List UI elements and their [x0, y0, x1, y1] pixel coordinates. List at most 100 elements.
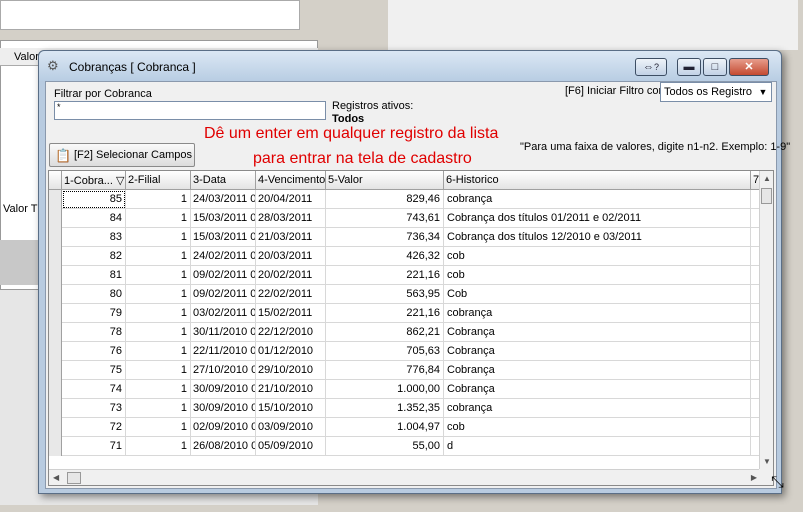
table-row[interactable]: 85 1 24/03/2011 0 20/04/2011 829,46 cobrança: [49, 190, 761, 209]
cell-data[interactable]: 15/03/2011 0: [191, 228, 256, 247]
cell-valor[interactable]: 1.004,97: [326, 418, 444, 437]
cell-historico[interactable]: cob: [444, 418, 751, 437]
cell-cobranca[interactable]: 84: [62, 209, 126, 228]
select-fields-button[interactable]: 📋 [F2] Selecionar Campos: [49, 143, 195, 167]
filter-input[interactable]: *: [54, 101, 326, 120]
cell-cobranca[interactable]: 74: [62, 380, 126, 399]
header-cobranca[interactable]: 1-Cobra... ▽: [62, 171, 126, 190]
row-indicator[interactable]: [49, 418, 62, 437]
cell-historico[interactable]: Cobrança: [444, 342, 751, 361]
cell-vencimento[interactable]: 21/10/2010: [256, 380, 326, 399]
cell-vencimento[interactable]: 05/09/2010: [256, 437, 326, 456]
cell-data[interactable]: 15/03/2011 0: [191, 209, 256, 228]
cell-vencimento[interactable]: 15/10/2010: [256, 399, 326, 418]
cell-historico[interactable]: Cobrança dos títulos 01/2011 e 02/2011: [444, 209, 751, 228]
cell-cobranca[interactable]: 78: [62, 323, 126, 342]
row-indicator[interactable]: [49, 380, 62, 399]
row-indicator[interactable]: [49, 342, 62, 361]
cell-valor[interactable]: 426,32: [326, 247, 444, 266]
chevron-down-icon[interactable]: ▼: [755, 83, 771, 101]
cell-cobranca[interactable]: 76: [62, 342, 126, 361]
cell-vencimento[interactable]: 22/12/2010: [256, 323, 326, 342]
cell-filial[interactable]: 1: [126, 380, 191, 399]
header-filial[interactable]: 2-Filial: [126, 171, 191, 190]
cell-cobranca[interactable]: 75: [62, 361, 126, 380]
cell-vencimento[interactable]: 21/03/2011: [256, 228, 326, 247]
cell-vencimento[interactable]: 15/02/2011: [256, 304, 326, 323]
cell-data[interactable]: 09/02/2011 0: [191, 266, 256, 285]
header-historico[interactable]: 6-Historico: [444, 171, 751, 190]
cell-filial[interactable]: 1: [126, 437, 191, 456]
cell-historico[interactable]: cobrança: [444, 190, 751, 209]
cell-historico[interactable]: Cobrança: [444, 380, 751, 399]
cobrancas-grid[interactable]: 1-Cobra... ▽ 2-Filial 3-Data 4-Venciment…: [48, 170, 774, 486]
maximize-button[interactable]: □: [703, 58, 727, 76]
cell-data[interactable]: 26/08/2010 0: [191, 437, 256, 456]
cell-data[interactable]: 02/09/2010 0: [191, 418, 256, 437]
horizontal-scrollbar[interactable]: ◀ ▶: [49, 469, 761, 485]
header-vencimento[interactable]: 4-Vencimento: [256, 171, 326, 190]
cell-vencimento[interactable]: 03/09/2010: [256, 418, 326, 437]
cell-valor[interactable]: 1.352,35: [326, 399, 444, 418]
row-indicator[interactable]: [49, 361, 62, 380]
cell-historico[interactable]: Cobrança: [444, 361, 751, 380]
cell-filial[interactable]: 1: [126, 418, 191, 437]
row-indicator[interactable]: [49, 399, 62, 418]
table-row[interactable]: 79 1 03/02/2011 0 15/02/2011 221,16 cobrança: [49, 304, 761, 323]
table-row[interactable]: 73 1 30/09/2010 0 15/10/2010 1.352,35 cobranç…: [49, 399, 761, 418]
scroll-up-icon[interactable]: ▲: [763, 174, 771, 183]
table-row[interactable]: 75 1 27/10/2010 0 29/10/2010 776,84 Cobrança: [49, 361, 761, 380]
cell-historico[interactable]: d: [444, 437, 751, 456]
cell-historico[interactable]: Cob: [444, 285, 751, 304]
cell-vencimento[interactable]: 20/03/2011: [256, 247, 326, 266]
cell-valor[interactable]: 705,63: [326, 342, 444, 361]
table-row[interactable]: 72 1 02/09/2010 0 03/09/2010 1.004,97 cob: [49, 418, 761, 437]
table-row[interactable]: 81 1 09/02/2011 0 20/02/2011 221,16 cob: [49, 266, 761, 285]
table-row[interactable]: 84 1 15/03/2011 0 28/03/2011 743,61 Cobrança …: [49, 209, 761, 228]
scroll-left-icon[interactable]: ◀: [53, 473, 59, 482]
row-indicator[interactable]: [49, 209, 62, 228]
horizontal-scroll-thumb[interactable]: [67, 472, 81, 484]
cell-valor[interactable]: 563,95: [326, 285, 444, 304]
cell-data[interactable]: 24/03/2011 0: [191, 190, 256, 209]
cell-historico[interactable]: cobrança: [444, 399, 751, 418]
cell-data[interactable]: 30/11/2010 0: [191, 323, 256, 342]
table-row[interactable]: 83 1 15/03/2011 0 21/03/2011 736,34 Cobrança …: [49, 228, 761, 247]
header-valor[interactable]: 5-Valor: [326, 171, 444, 190]
cell-valor[interactable]: 221,16: [326, 266, 444, 285]
row-indicator[interactable]: [49, 190, 62, 209]
vertical-scroll-thumb[interactable]: [761, 188, 772, 204]
cell-vencimento[interactable]: 01/12/2010: [256, 342, 326, 361]
cell-cobranca[interactable]: 71: [62, 437, 126, 456]
cell-filial[interactable]: 1: [126, 247, 191, 266]
cell-data[interactable]: 22/11/2010 0: [191, 342, 256, 361]
cell-filial[interactable]: 1: [126, 323, 191, 342]
cell-data[interactable]: 03/02/2011 0: [191, 304, 256, 323]
cell-vencimento[interactable]: 28/03/2011: [256, 209, 326, 228]
row-indicator[interactable]: [49, 285, 62, 304]
cell-filial[interactable]: 1: [126, 285, 191, 304]
cell-cobranca[interactable]: 73: [62, 399, 126, 418]
table-row[interactable]: 71 1 26/08/2010 0 05/09/2010 55,00 d: [49, 437, 761, 456]
resize-window-button[interactable]: ⇔?: [635, 58, 667, 76]
cell-filial[interactable]: 1: [126, 342, 191, 361]
cell-vencimento[interactable]: 22/02/2011: [256, 285, 326, 304]
cell-data[interactable]: 30/09/2010 0: [191, 380, 256, 399]
cell-valor[interactable]: 829,46: [326, 190, 444, 209]
cell-historico[interactable]: cobrança: [444, 304, 751, 323]
minimize-button[interactable]: ▬: [677, 58, 701, 76]
cell-vencimento[interactable]: 20/02/2011: [256, 266, 326, 285]
table-row[interactable]: 76 1 22/11/2010 0 01/12/2010 705,63 Cobrança: [49, 342, 761, 361]
cell-filial[interactable]: 1: [126, 228, 191, 247]
cell-vencimento[interactable]: 20/04/2011: [256, 190, 326, 209]
cell-filial[interactable]: 1: [126, 209, 191, 228]
cell-data[interactable]: 30/09/2010 0: [191, 399, 256, 418]
cell-filial[interactable]: 1: [126, 361, 191, 380]
cell-historico[interactable]: cob: [444, 266, 751, 285]
table-row[interactable]: 78 1 30/11/2010 0 22/12/2010 862,21 Cobrança: [49, 323, 761, 342]
cell-cobranca[interactable]: 83: [62, 228, 126, 247]
cell-filial[interactable]: 1: [126, 190, 191, 209]
cell-cobranca[interactable]: 81: [62, 266, 126, 285]
cell-cobranca[interactable]: 85: [62, 190, 126, 209]
header-data[interactable]: 3-Data: [191, 171, 256, 190]
